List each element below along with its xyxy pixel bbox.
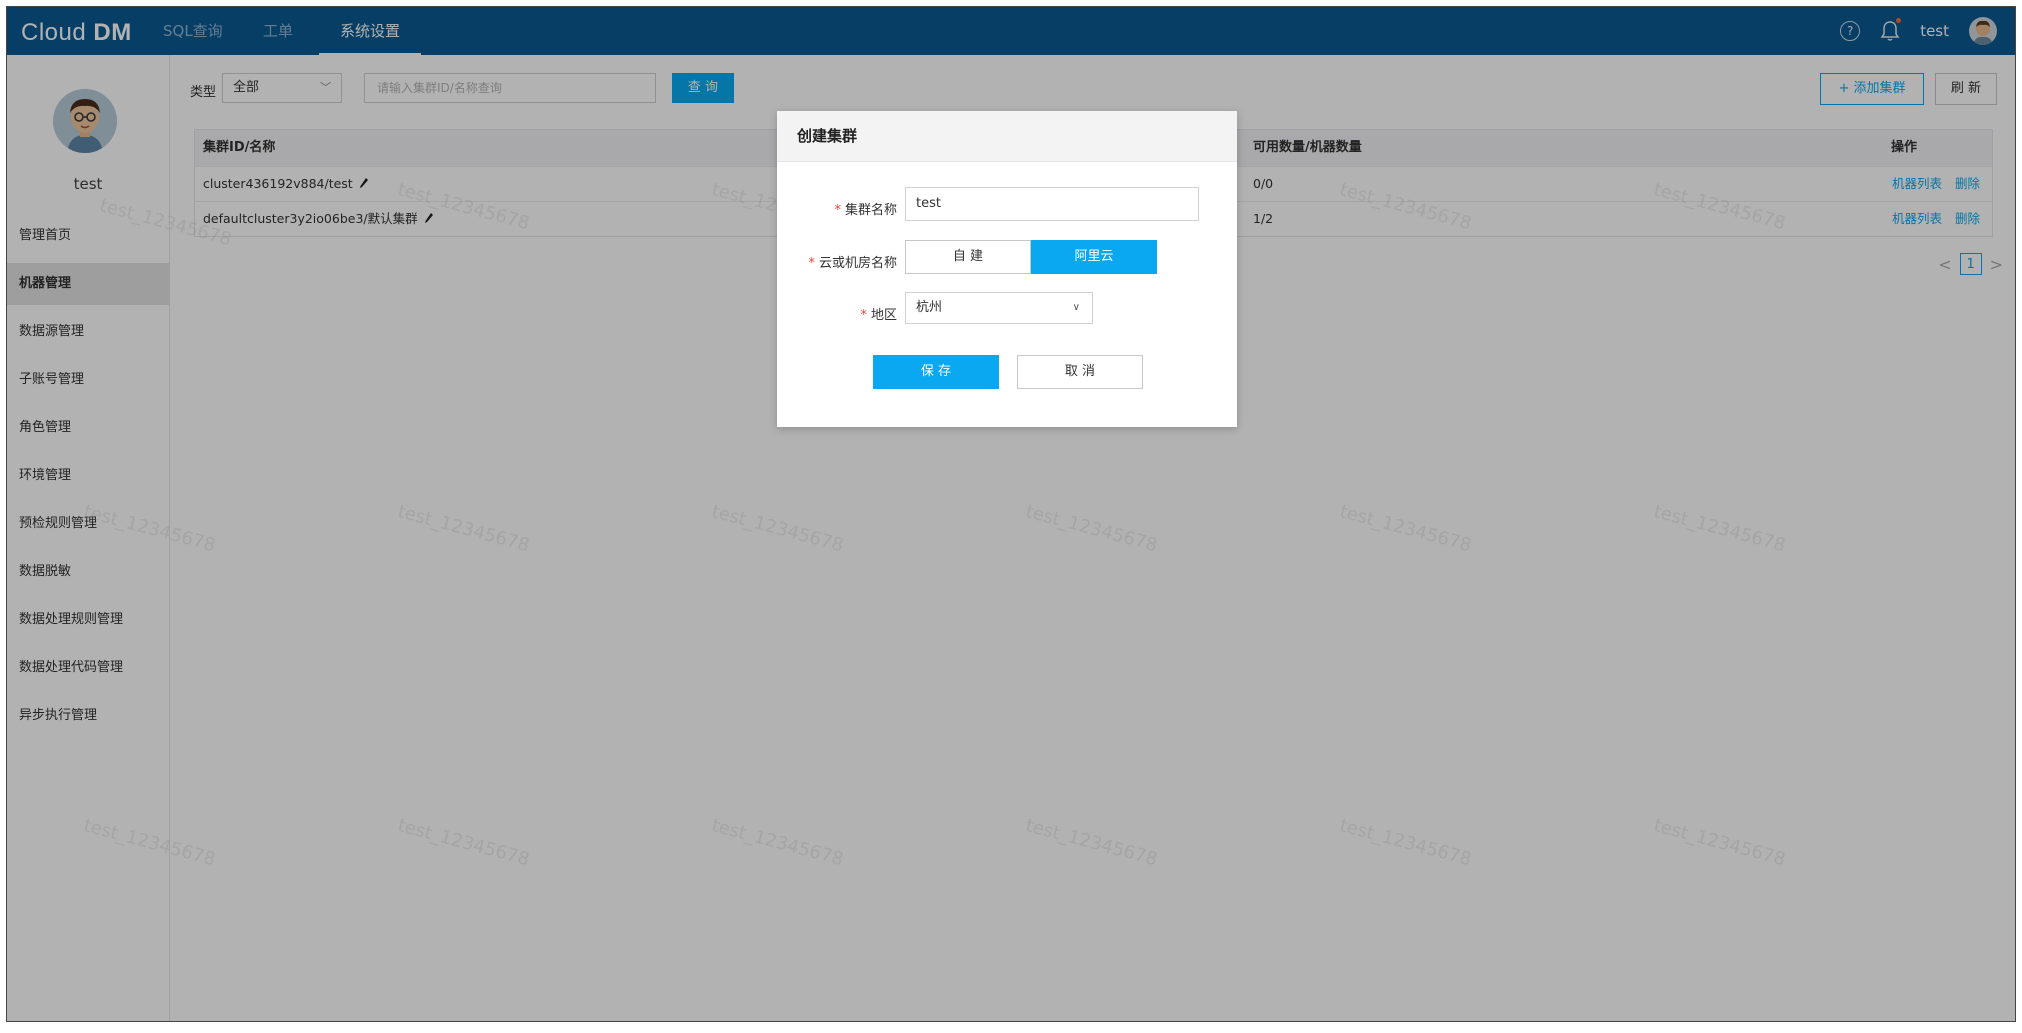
label-text: 云或机房名称 xyxy=(818,256,897,271)
region-label: * 地区 xyxy=(777,304,897,323)
save-button[interactable]: 保 存 xyxy=(873,355,999,389)
chevron-down-icon: ∨ xyxy=(1072,302,1080,313)
region-select[interactable]: 杭州 ∨ xyxy=(905,292,1093,324)
label-text: 地区 xyxy=(870,308,897,323)
cloud-name-label: * 云或机房名称 xyxy=(777,252,897,271)
required-mark: * xyxy=(808,256,815,271)
dialog-header: 创建集群 xyxy=(777,111,1237,162)
create-cluster-dialog: 创建集群 * 集群名称 test * 云或机房名称 自 建 阿里云 * 地区 杭州 ∨… xyxy=(777,111,1237,427)
required-mark: * xyxy=(860,308,867,323)
label-text: 集群名称 xyxy=(844,203,897,218)
region-value: 杭州 xyxy=(916,300,943,315)
cluster-name-label: * 集群名称 xyxy=(777,199,897,218)
cluster-name-input[interactable]: test xyxy=(905,187,1199,221)
cancel-button[interactable]: 取 消 xyxy=(1017,355,1143,389)
cloud-option-self-built[interactable]: 自 建 xyxy=(905,240,1031,274)
cloud-option-aliyun[interactable]: 阿里云 xyxy=(1031,240,1157,274)
required-mark: * xyxy=(834,203,841,218)
app-window: Cloud DM SQL查询 工单 系统设置 ? test test 管理首页 … xyxy=(6,6,2016,1022)
dialog-title: 创建集群 xyxy=(797,127,858,145)
